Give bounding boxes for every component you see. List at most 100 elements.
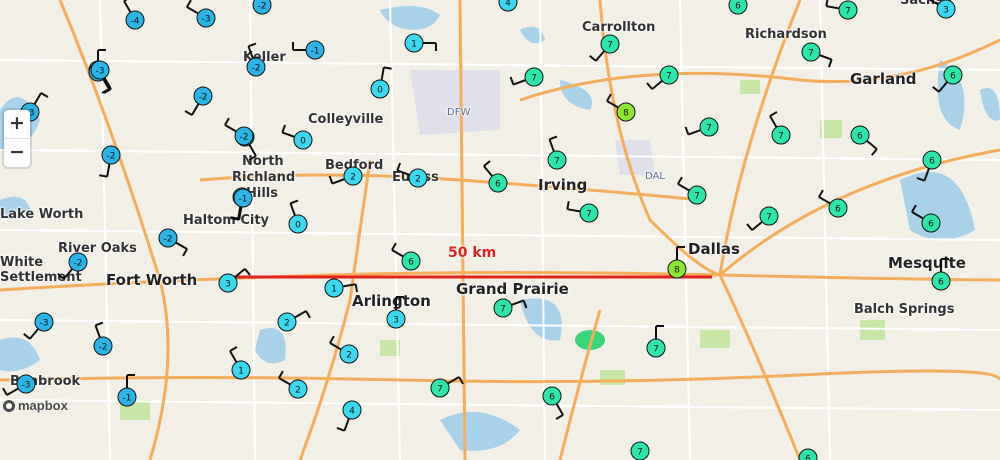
wind-barb-flag — [99, 174, 108, 178]
wind-barb-flag — [248, 42, 257, 48]
wind-station[interactable]: -2 — [184, 86, 213, 116]
scale-label: 50 km — [448, 245, 497, 261]
map-view[interactable]: Carrollton Richardson Garland Sachse Kel… — [0, 0, 1000, 460]
wind-station[interactable]: 7 — [646, 325, 666, 358]
wind-station[interactable]: -1 — [292, 40, 325, 60]
station-value: 8 — [674, 266, 680, 276]
mapbox-logo[interactable]: mapbox — [2, 398, 68, 413]
station-value: 7 — [586, 210, 592, 220]
zoom-out-button[interactable]: − — [4, 138, 30, 167]
wind-station[interactable]: 7 — [677, 176, 707, 205]
wind-station[interactable]: 1 — [324, 278, 359, 298]
wind-barb-flag — [186, 0, 192, 8]
station-value: 7 — [766, 213, 772, 223]
wind-station[interactable]: -2 — [57, 252, 88, 280]
wind-station[interactable]: -2 — [252, 0, 272, 15]
wind-station[interactable]: 7 — [801, 42, 833, 68]
wind-station[interactable]: 0 — [370, 66, 392, 99]
wind-station[interactable]: 2 — [396, 162, 428, 188]
station-value: 6 — [857, 132, 863, 142]
station-value: 8 — [623, 109, 629, 119]
station-value: 6 — [735, 2, 741, 12]
wind-station[interactable]: 7 — [684, 117, 719, 137]
wind-station[interactable]: 3 — [927, 0, 956, 19]
wind-station[interactable]: 7 — [493, 298, 528, 318]
wind-station[interactable]: -2 — [158, 228, 188, 257]
wind-station[interactable]: 2 — [328, 166, 363, 186]
wind-station[interactable]: 8 — [606, 93, 636, 122]
wind-station[interactable]: -2 — [246, 42, 266, 77]
wind-station[interactable]: 3 — [218, 268, 251, 293]
wind-station[interactable]: -4 — [123, 0, 145, 30]
wind-station[interactable]: 6 — [931, 258, 951, 291]
wind-station[interactable]: 7 — [547, 135, 567, 170]
wind-barb-flag — [281, 124, 287, 133]
station-value: 0 — [295, 221, 301, 231]
wind-station[interactable]: 4 — [336, 400, 362, 432]
wind-barb-flag — [184, 110, 193, 116]
station-value: -2 — [164, 235, 173, 245]
wind-barb-flag — [354, 284, 359, 293]
wind-station[interactable]: 7 — [769, 111, 791, 145]
station-value: 6 — [805, 455, 811, 460]
wind-barb-flag — [825, 0, 829, 7]
wind-barb-flag — [328, 175, 334, 184]
wind-station[interactable]: 0 — [288, 199, 308, 234]
station-value: 6 — [938, 278, 944, 288]
zoom-control: + − — [4, 110, 30, 167]
station-value: 4 — [505, 0, 511, 9]
station-value: 1 — [238, 367, 244, 377]
wind-station[interactable]: -2 — [99, 145, 121, 178]
wind-station[interactable]: 6 — [785, 448, 818, 460]
station-value: 4 — [349, 407, 355, 417]
wind-station[interactable]: 1 — [229, 346, 251, 380]
wind-station[interactable]: 0 — [281, 124, 313, 150]
wind-station[interactable]: 4 — [498, 0, 520, 12]
wind-station[interactable]: 7 — [630, 441, 650, 460]
wind-station[interactable]: 7 — [509, 67, 544, 87]
wind-station[interactable]: 1 — [404, 33, 437, 53]
wind-barb-flag — [769, 111, 778, 117]
wind-station[interactable]: 6 — [818, 189, 848, 218]
wind-barb-flag — [40, 92, 49, 98]
wind-station[interactable]: -3 — [23, 312, 54, 340]
station-value: -3 — [96, 67, 105, 77]
wind-station[interactable]: 7 — [566, 201, 599, 223]
wind-station[interactable]: 7 — [746, 206, 779, 231]
wind-station[interactable]: -3 — [186, 0, 216, 28]
wind-station[interactable]: 8 — [667, 246, 687, 279]
wind-barb-flag — [57, 272, 65, 280]
wind-barb-flag — [123, 0, 128, 2]
wind-barb-flag — [229, 346, 238, 352]
wind-station[interactable]: -2 — [93, 321, 113, 356]
wind-station[interactable]: 6 — [483, 160, 508, 193]
wind-station[interactable]: 6 — [916, 150, 942, 182]
wind-station[interactable]: 7 — [589, 34, 620, 62]
wind-barb-flag — [305, 310, 311, 319]
mapbox-logo-icon — [3, 399, 15, 412]
wind-station[interactable]: -3 — [2, 374, 36, 396]
wind-station[interactable]: 6 — [932, 65, 963, 93]
wind-station[interactable]: 6 — [728, 0, 748, 15]
zoom-in-button[interactable]: + — [4, 110, 30, 138]
wind-station[interactable]: 2 — [278, 370, 308, 399]
wind-station[interactable]: 2 — [277, 310, 311, 332]
station-value: -2 — [258, 2, 267, 12]
wind-station[interactable]: 2 — [329, 335, 359, 364]
wind-station[interactable]: 6 — [911, 204, 941, 233]
wind-barb-flag — [646, 82, 653, 90]
wind-barb-flag — [746, 223, 753, 231]
wind-station[interactable]: 7 — [825, 0, 858, 20]
station-value: 2 — [295, 386, 301, 396]
wind-station[interactable]: 7 — [646, 65, 679, 90]
wind-station[interactable]: 6 — [391, 242, 421, 271]
wind-station[interactable]: -2 — [224, 117, 254, 146]
wind-station[interactable]: 3 — [386, 296, 406, 329]
wind-station[interactable]: 6 — [850, 125, 878, 156]
wind-station[interactable]: 6 — [542, 386, 564, 420]
wind-station[interactable]: -1 — [117, 374, 137, 407]
wind-station[interactable]: 7 — [430, 376, 464, 398]
station-value: 6 — [495, 180, 501, 190]
station-value: -3 — [202, 15, 211, 25]
wind-barb-flag — [95, 321, 104, 327]
